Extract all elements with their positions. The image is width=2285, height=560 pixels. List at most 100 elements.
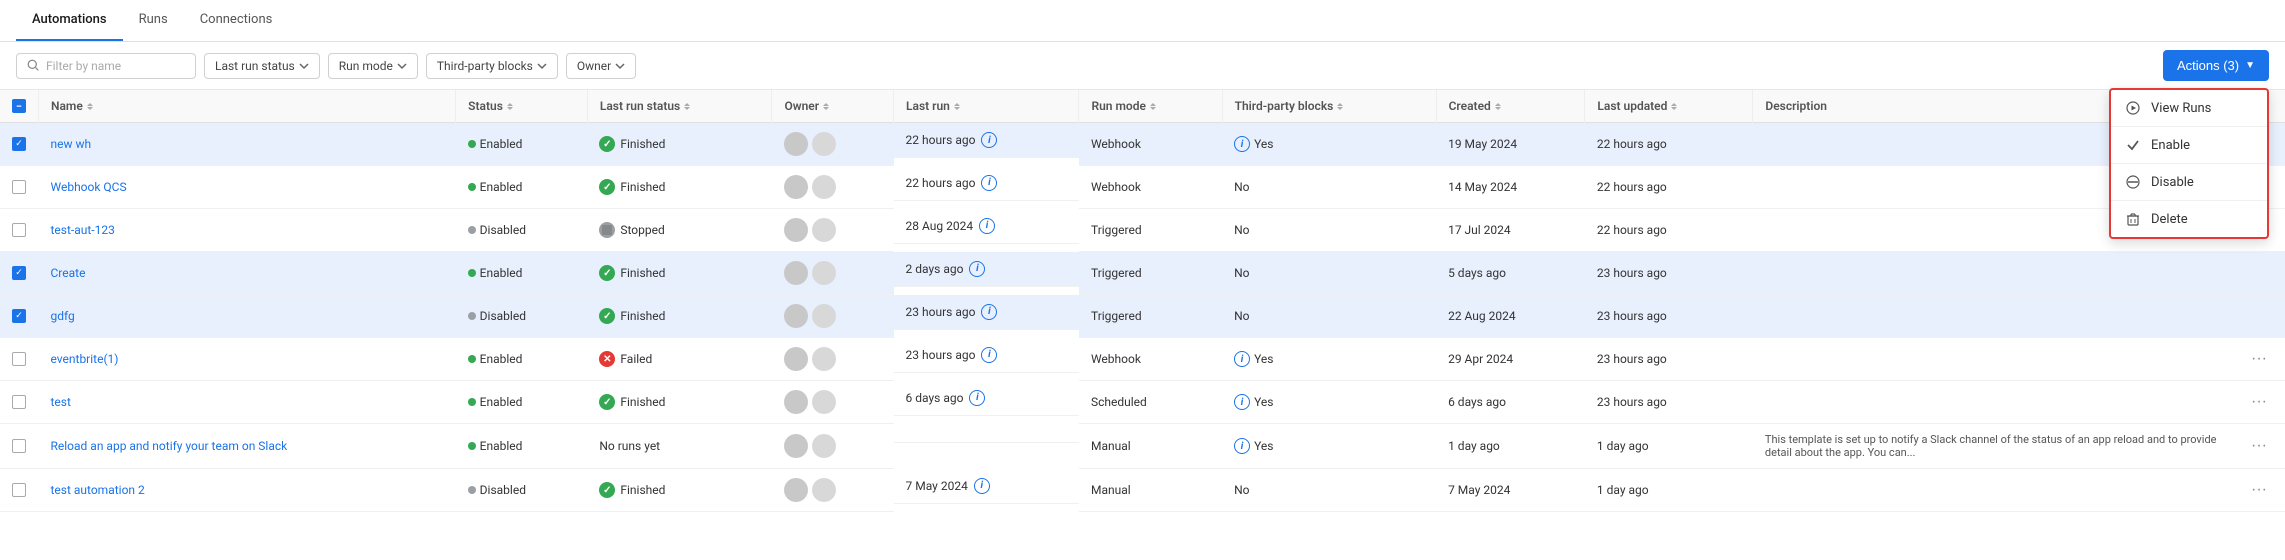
filter-input[interactable]: Filter by name	[16, 53, 196, 79]
cell-name[interactable]: Webhook QCS	[39, 166, 456, 209]
top-nav: Automations Runs Connections	[0, 0, 2285, 42]
cell-owner	[772, 338, 894, 381]
cell-created: 19 May 2024	[1436, 123, 1585, 166]
th-third-party[interactable]: Third-party blocks	[1222, 90, 1436, 123]
tab-automations[interactable]: Automations	[16, 0, 123, 41]
info-icon[interactable]: i	[1234, 394, 1250, 410]
search-icon	[27, 59, 40, 72]
filter-third-party-blocks[interactable]: Third-party blocks	[426, 53, 558, 79]
sort-icon	[954, 103, 960, 110]
row-actions-button[interactable]: ···	[2245, 348, 2273, 370]
cell-run-mode: Manual	[1079, 424, 1222, 469]
th-owner[interactable]: Owner	[772, 90, 894, 123]
cell-third-party: No	[1222, 295, 1436, 338]
cell-third-party: No	[1222, 166, 1436, 209]
cell-status: Disabled	[456, 209, 588, 252]
tab-runs[interactable]: Runs	[123, 0, 184, 41]
filter-owner[interactable]: Owner	[566, 53, 636, 79]
cell-name[interactable]: test-aut-123	[39, 209, 456, 252]
actions-button[interactable]: Actions (3) ▼	[2163, 50, 2269, 81]
cell-run-mode: Manual	[1079, 469, 1222, 512]
table-row: testEnabled✓Finished6 days agoiScheduled…	[0, 381, 2285, 424]
th-last-updated[interactable]: Last updated	[1585, 90, 1753, 123]
info-icon[interactable]: i	[969, 390, 985, 406]
cell-row-actions: ···	[2233, 424, 2285, 469]
cell-owner	[772, 209, 894, 252]
cell-status: Enabled	[456, 338, 588, 381]
table-row: Webhook QCSEnabled✓Finished22 hours agoi…	[0, 166, 2285, 209]
table-row: test-aut-123DisabledStopped28 Aug 2024iT…	[0, 209, 2285, 252]
cell-last-updated: 1 day ago	[1585, 469, 1753, 512]
filter-run-mode[interactable]: Run mode	[328, 53, 418, 79]
info-icon[interactable]: i	[981, 347, 997, 363]
cell-description	[1753, 381, 2233, 424]
cell-name[interactable]: new wh	[39, 123, 456, 166]
filter-last-run-status[interactable]: Last run status	[204, 53, 320, 79]
tab-connections[interactable]: Connections	[184, 0, 289, 41]
info-icon[interactable]: i	[1234, 438, 1250, 454]
cell-row-actions	[2233, 295, 2285, 338]
cell-status: Disabled	[456, 295, 588, 338]
cell-run-mode: Webhook	[1079, 123, 1222, 166]
th-status[interactable]: Status	[456, 90, 588, 123]
row-actions-button[interactable]: ···	[2245, 435, 2273, 457]
row-checkbox[interactable]	[12, 483, 26, 497]
th-created[interactable]: Created	[1436, 90, 1585, 123]
row-checkbox[interactable]	[12, 137, 26, 151]
info-icon[interactable]: i	[969, 261, 985, 277]
row-actions-button[interactable]: ···	[2245, 479, 2273, 501]
sort-icon	[507, 103, 513, 110]
info-icon[interactable]: i	[981, 175, 997, 191]
info-icon[interactable]: i	[974, 478, 990, 494]
row-checkbox[interactable]	[12, 439, 26, 453]
cell-status: Enabled	[456, 166, 588, 209]
cell-name[interactable]: gdfg	[39, 295, 456, 338]
chevron-down-icon	[299, 61, 309, 71]
info-icon[interactable]: i	[1234, 136, 1250, 152]
table-row: gdfgDisabled✓Finished23 hours agoiTrigge…	[0, 295, 2285, 338]
cell-last-updated: 22 hours ago	[1585, 166, 1753, 209]
select-all-header[interactable]	[0, 90, 39, 123]
th-last-run[interactable]: Last run	[894, 90, 1079, 123]
cell-last-run: 23 hours agoi	[894, 338, 1079, 373]
th-run-mode[interactable]: Run mode	[1079, 90, 1222, 123]
filter-placeholder: Filter by name	[46, 59, 121, 73]
info-icon[interactable]: i	[981, 132, 997, 148]
cell-name[interactable]: Create	[39, 252, 456, 295]
cell-status: Enabled	[456, 123, 588, 166]
cell-last-run-status: ✓Finished	[587, 469, 772, 512]
info-icon[interactable]: i	[979, 218, 995, 234]
row-checkbox[interactable]	[12, 223, 26, 237]
row-checkbox[interactable]	[12, 266, 26, 280]
table-header-row: Name Status Last run status	[0, 90, 2285, 123]
table-row: Reload an app and notify your team on Sl…	[0, 424, 2285, 469]
cell-name[interactable]: Reload an app and notify your team on Sl…	[39, 424, 456, 469]
action-delete[interactable]: Delete	[2111, 201, 2267, 237]
cell-name[interactable]: test	[39, 381, 456, 424]
info-icon[interactable]: i	[981, 304, 997, 320]
cell-status: Enabled	[456, 381, 588, 424]
th-last-run-status[interactable]: Last run status	[587, 90, 772, 123]
row-checkbox[interactable]	[12, 309, 26, 323]
th-name[interactable]: Name	[39, 90, 456, 123]
cell-third-party: i Yes	[1222, 381, 1436, 424]
info-icon[interactable]: i	[1234, 351, 1250, 367]
cell-last-run-status: ✓Finished	[587, 123, 772, 166]
cell-row-actions: ···	[2233, 381, 2285, 424]
action-disable[interactable]: Disable	[2111, 164, 2267, 200]
action-enable[interactable]: Enable	[2111, 127, 2267, 163]
row-actions-button[interactable]: ···	[2245, 391, 2273, 413]
row-checkbox[interactable]	[12, 180, 26, 194]
row-checkbox[interactable]	[12, 352, 26, 366]
cell-description	[1753, 295, 2233, 338]
cell-description: This template is set up to notify a Slac…	[1753, 424, 2233, 469]
cell-run-mode: Webhook	[1079, 166, 1222, 209]
row-checkbox[interactable]	[12, 395, 26, 409]
cell-name[interactable]: eventbrite(1)	[39, 338, 456, 381]
action-view-runs[interactable]: View Runs	[2111, 90, 2267, 126]
cell-last-updated: 23 hours ago	[1585, 252, 1753, 295]
cell-run-mode: Triggered	[1079, 295, 1222, 338]
cell-name[interactable]: test automation 2	[39, 469, 456, 512]
select-all-checkbox[interactable]	[12, 99, 26, 113]
cell-last-run-status: ✓Finished	[587, 295, 772, 338]
